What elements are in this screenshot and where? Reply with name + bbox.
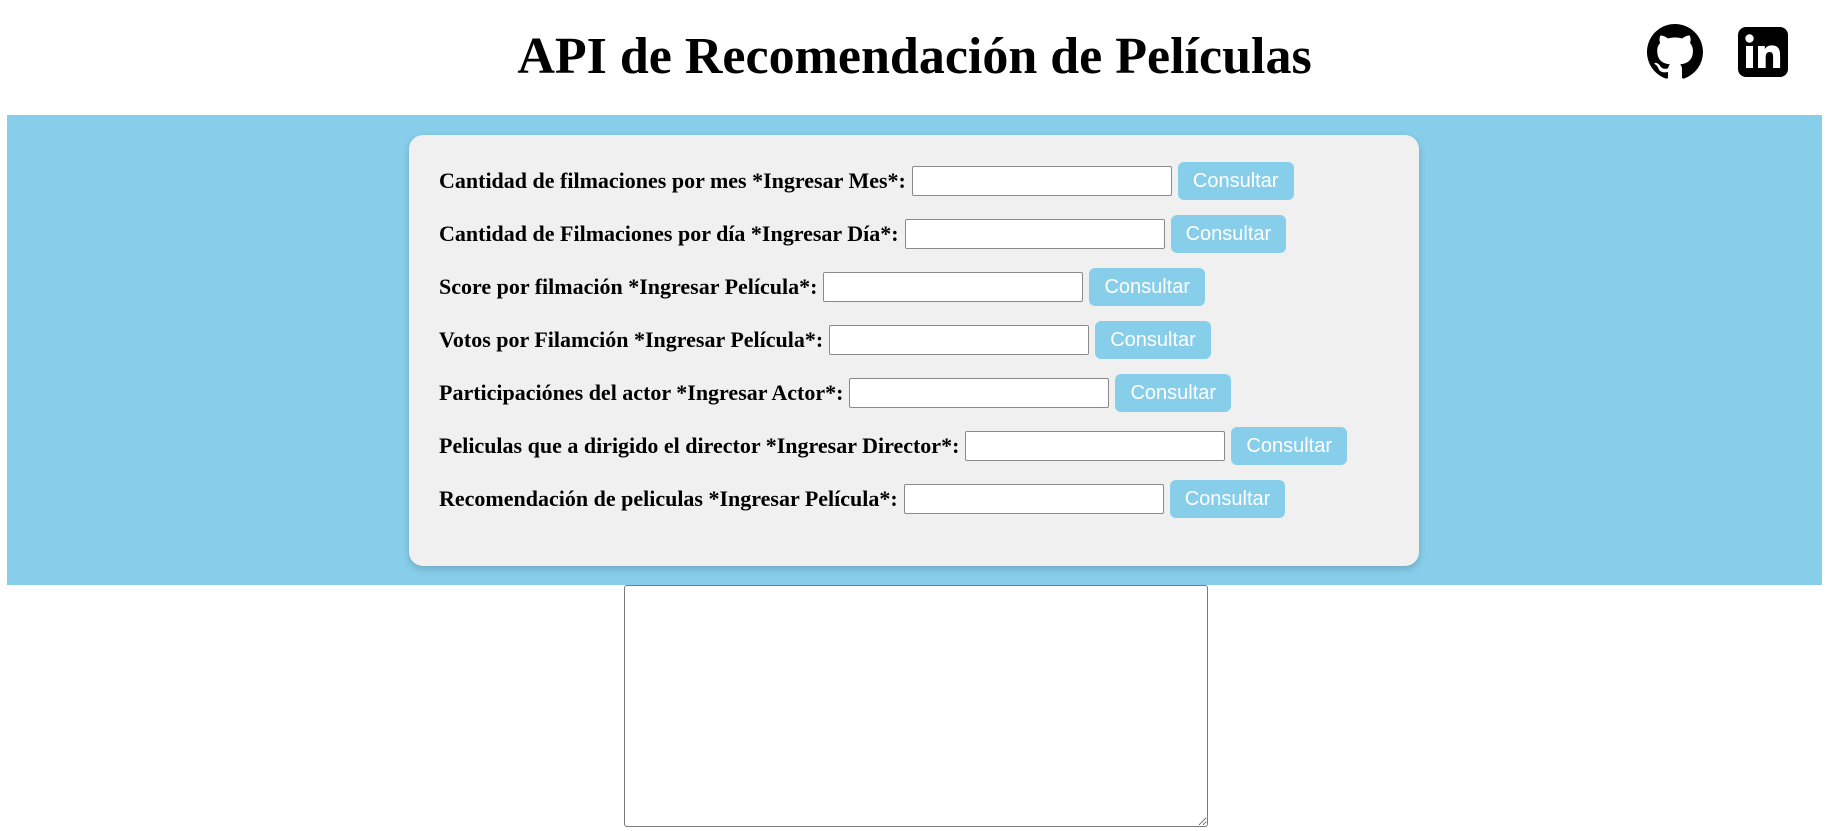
consultar-button[interactable]: Consultar xyxy=(1170,215,1287,253)
director-input[interactable] xyxy=(965,431,1226,461)
page-title: API de Recomendación de Películas xyxy=(517,28,1312,85)
query-row-actor: Participaciónes del actor *Ingresar Acto… xyxy=(439,374,1232,412)
query-label: Peliculas que a dirigido el director *In… xyxy=(439,433,960,458)
consultar-button[interactable]: Consultar xyxy=(1115,374,1232,412)
score-film-input[interactable] xyxy=(823,272,1084,302)
linkedin-link[interactable] xyxy=(1735,24,1791,80)
query-row-films-by-day: Cantidad de Filmaciones por día *Ingresa… xyxy=(439,215,1287,253)
query-label: Cantidad de Filmaciones por día *Ingresa… xyxy=(439,221,899,246)
month-input[interactable] xyxy=(911,166,1172,196)
result-textarea[interactable] xyxy=(624,585,1208,827)
query-row-films-by-month: Cantidad de filmaciones por mes *Ingresa… xyxy=(439,162,1294,200)
query-label: Cantidad de filmaciones por mes *Ingresa… xyxy=(439,168,906,193)
query-row-score-by-film: Score por filmación *Ingresar Película*:… xyxy=(439,268,1206,306)
query-row-votes-by-film: Votos por Filamción *Ingresar Película*:… xyxy=(439,321,1211,359)
query-form: Cantidad de filmaciones por mes *Ingresa… xyxy=(409,135,1419,566)
query-label: Votos por Filamción *Ingresar Película*: xyxy=(439,327,824,352)
consultar-button[interactable]: Consultar xyxy=(1177,162,1294,200)
consultar-button[interactable]: Consultar xyxy=(1169,480,1286,518)
query-label: Recomendación de peliculas *Ingresar Pel… xyxy=(439,486,898,511)
day-input[interactable] xyxy=(904,219,1165,249)
query-row-recommendation: Recomendación de peliculas *Ingresar Pel… xyxy=(439,480,1286,518)
github-icon xyxy=(1647,24,1703,80)
consultar-button[interactable]: Consultar xyxy=(1089,268,1206,306)
linkedin-icon xyxy=(1735,24,1791,80)
consultar-button[interactable]: Consultar xyxy=(1095,321,1211,359)
votes-film-input[interactable] xyxy=(829,325,1090,355)
recommendation-input[interactable] xyxy=(903,484,1164,514)
page-header: API de Recomendación de Películas xyxy=(0,0,1829,115)
actor-input[interactable] xyxy=(849,378,1110,408)
query-row-director: Peliculas que a dirigido el director *In… xyxy=(439,427,1348,465)
consultar-button[interactable]: Consultar xyxy=(1231,427,1348,465)
query-label: Score por filmación *Ingresar Película*: xyxy=(439,274,818,299)
github-link[interactable] xyxy=(1647,24,1703,80)
query-label: Participaciónes del actor *Ingresar Acto… xyxy=(439,380,844,405)
